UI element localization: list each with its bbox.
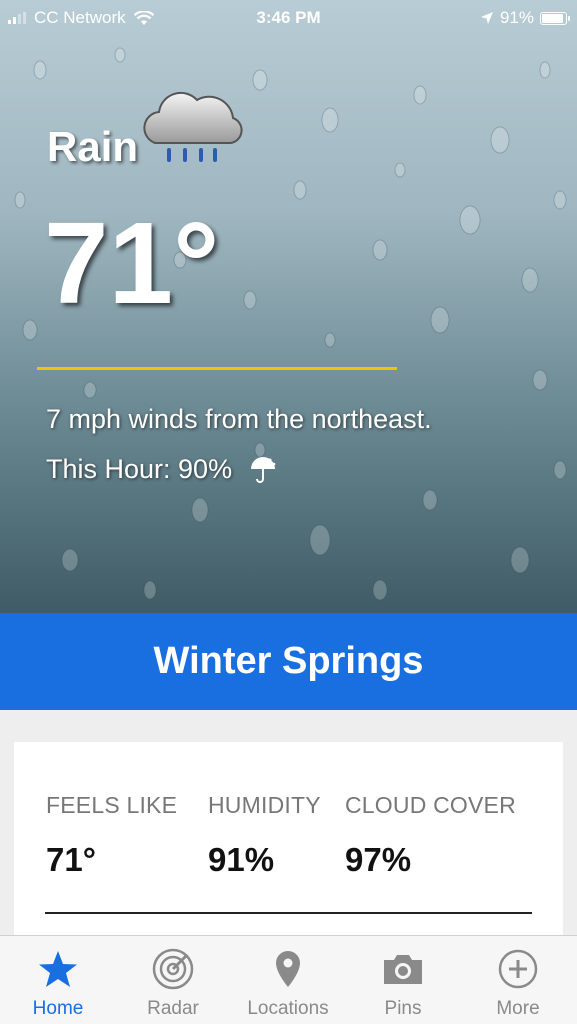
status-bar: CC Network 3:46 PM 91%	[0, 0, 577, 38]
tab-radar[interactable]: Radar	[115, 948, 231, 1020]
status-right: 91%	[480, 8, 570, 28]
stat-value: 91%	[208, 841, 275, 878]
location-arrow-icon	[480, 12, 493, 24]
city-banner[interactable]: Winter Springs	[0, 613, 577, 710]
radar-icon	[115, 948, 231, 990]
weather-hero: CC Network 3:46 PM 91% Rain 71° 7 mph wi…	[0, 0, 577, 613]
stat-value: 97%	[345, 841, 412, 878]
wind-description: 7 mph winds from the northeast.	[46, 404, 432, 434]
tab-bar: Home Radar Locations Pins More	[0, 935, 577, 1024]
rain-cloud-icon	[143, 91, 243, 162]
feels-like-stat: FEELS LIKE 71°	[46, 792, 177, 879]
cloud-cover-stat: CLOUD COVER 97%	[345, 792, 516, 879]
tab-more[interactable]: More	[460, 948, 576, 1020]
plus-circle-icon	[460, 948, 576, 990]
location-pin-icon	[230, 948, 346, 990]
stat-label: CLOUD COVER	[345, 792, 516, 818]
tab-locations[interactable]: Locations	[230, 948, 346, 1020]
weather-condition: Rain	[47, 123, 139, 170]
tab-label: Locations	[247, 998, 329, 1019]
battery-percent: 91%	[499, 8, 534, 27]
tab-label: Pins	[384, 998, 422, 1019]
umbrella-icon	[251, 456, 276, 483]
precipitation-text: This Hour: 90%	[46, 454, 233, 484]
battery-icon	[540, 11, 570, 25]
humidity-stat: HUMIDITY 91%	[208, 792, 321, 879]
tab-label: Radar	[147, 998, 199, 1019]
star-icon	[0, 948, 116, 990]
tab-label: More	[496, 998, 540, 1019]
precipitation-chance: This Hour: 90%	[46, 454, 278, 485]
current-temperature: 71°	[44, 198, 220, 328]
stat-label: FEELS LIKE	[46, 792, 178, 818]
details-card: FEELS LIKE 71° HUMIDITY 91% CLOUD COVER …	[14, 742, 563, 942]
stat-value: 71°	[46, 841, 96, 878]
tab-label: Home	[32, 998, 84, 1019]
divider-line	[37, 367, 397, 370]
tab-home[interactable]: Home	[0, 948, 116, 1020]
stat-label: HUMIDITY	[208, 792, 321, 818]
camera-icon	[345, 948, 461, 990]
card-divider	[45, 912, 532, 914]
tab-pins[interactable]: Pins	[345, 948, 461, 1020]
